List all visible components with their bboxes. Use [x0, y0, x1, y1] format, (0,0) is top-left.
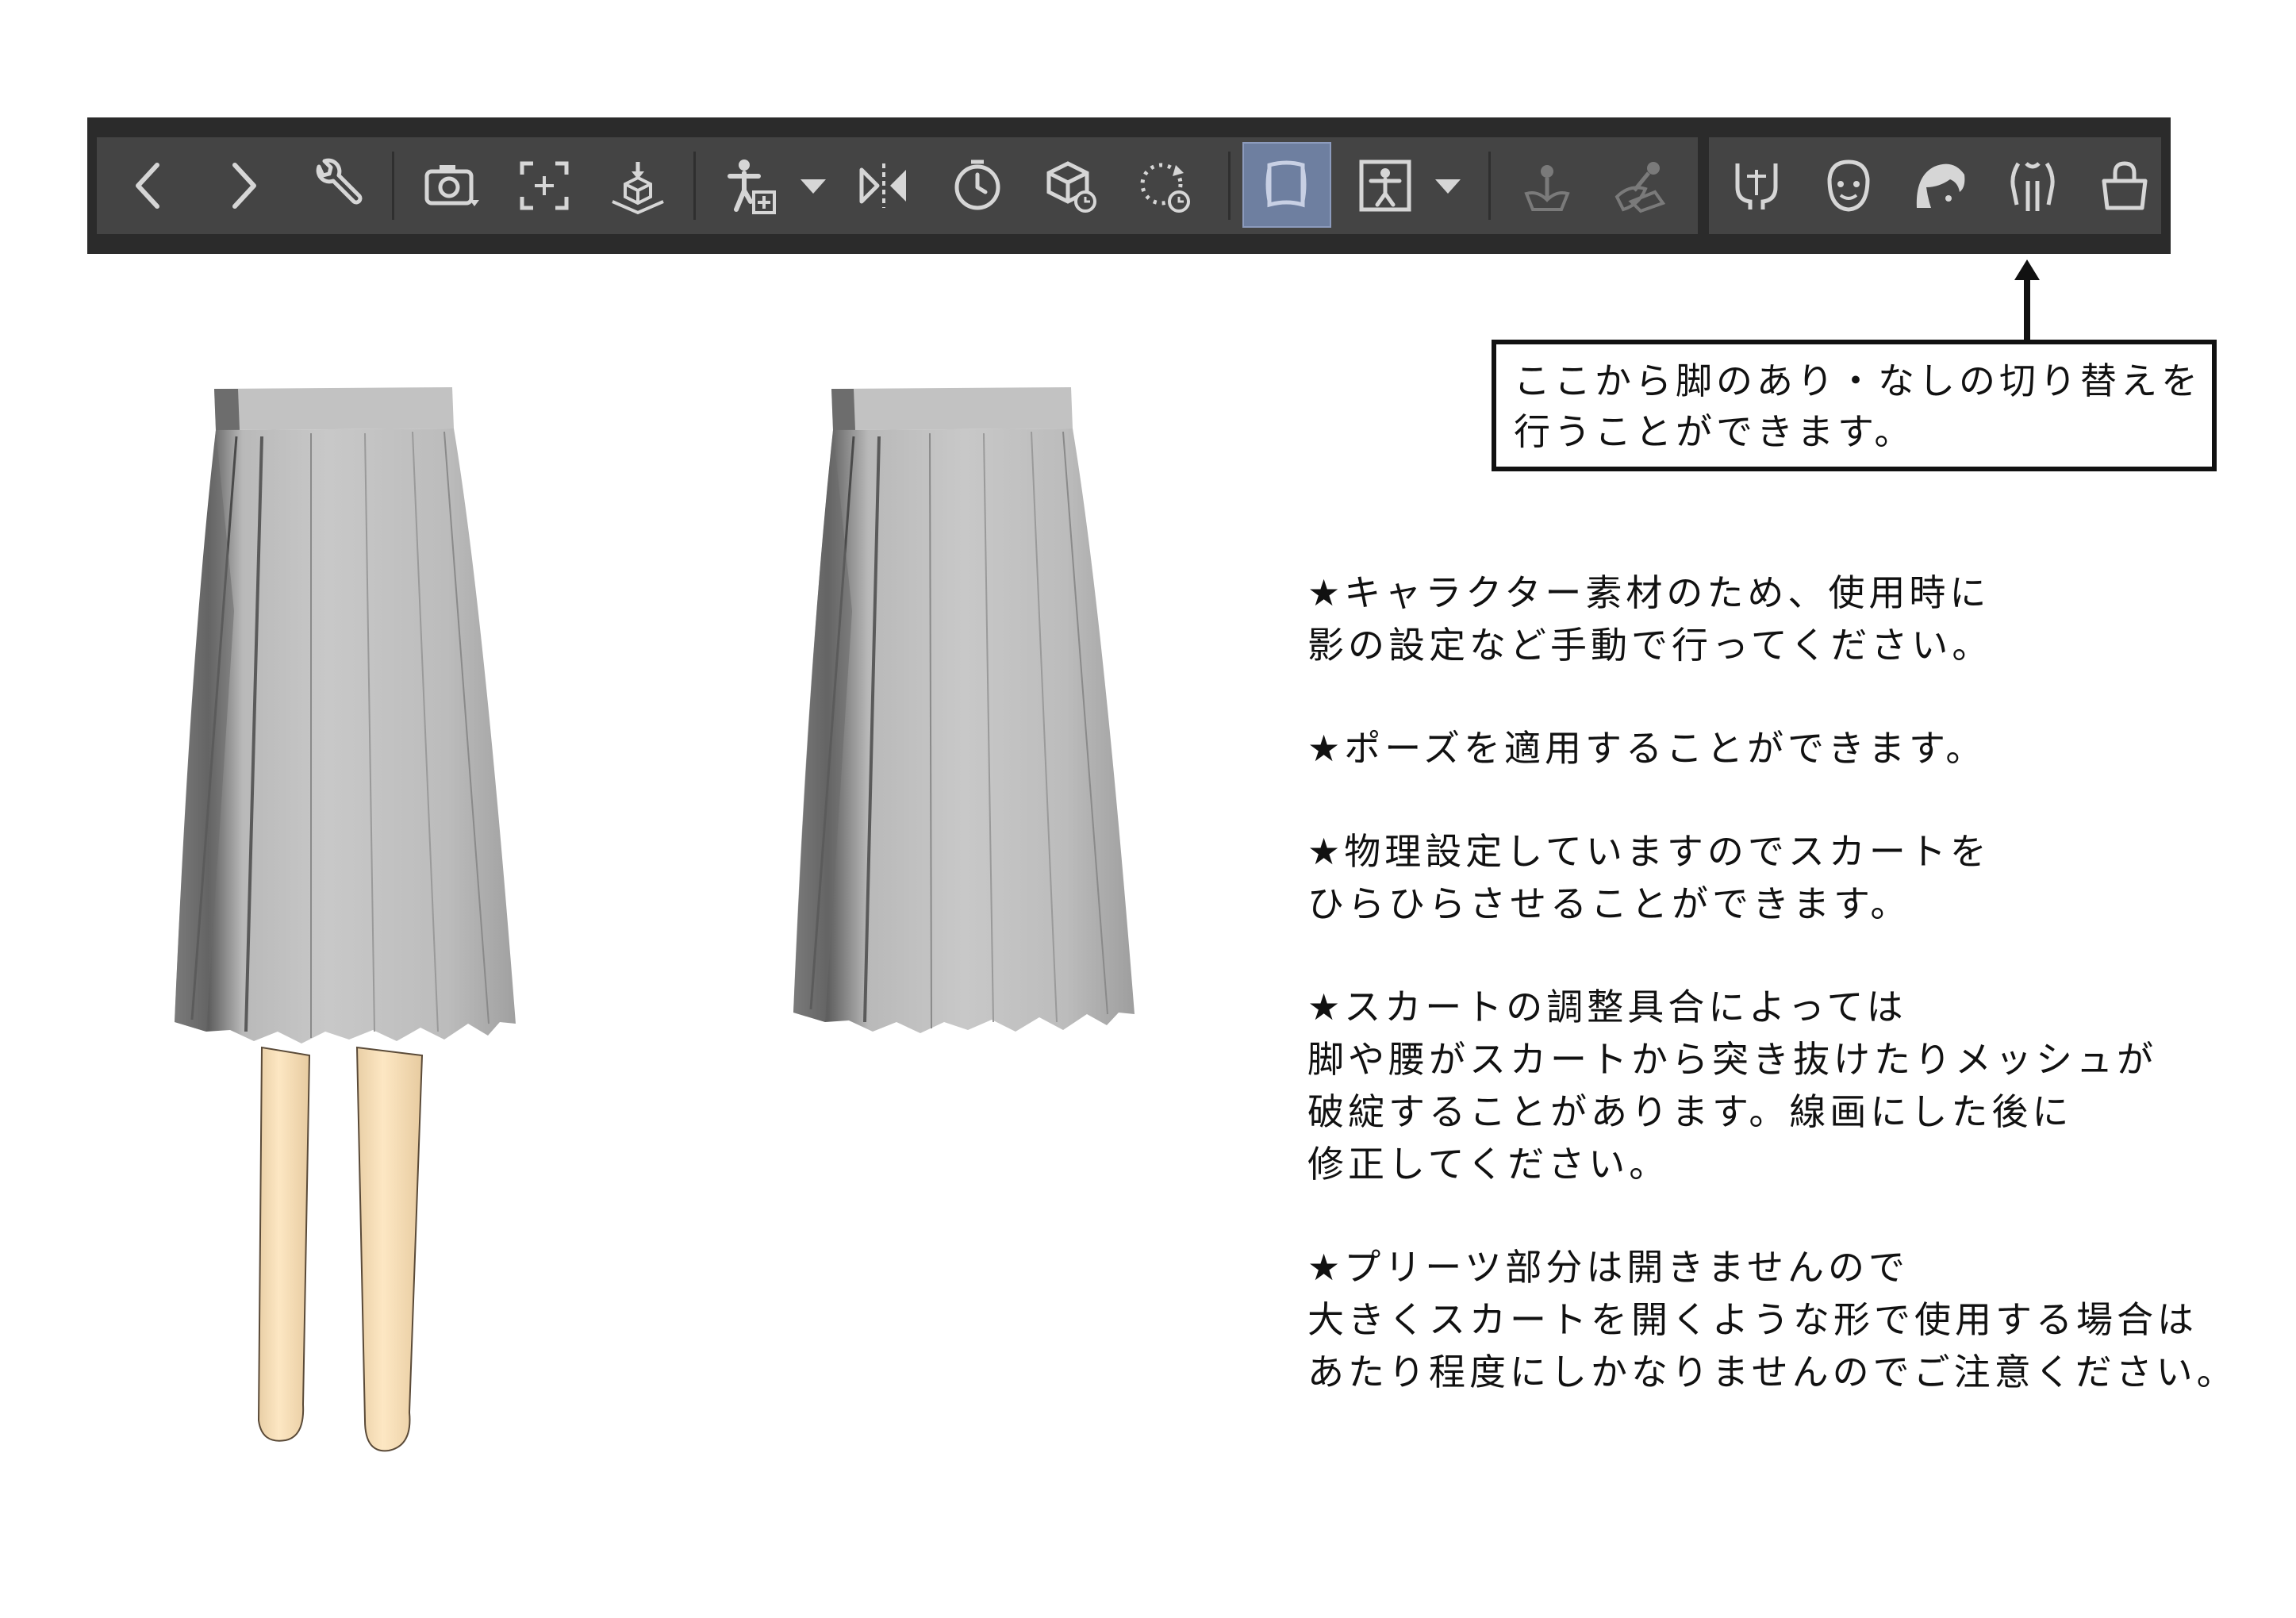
note-line: 影の設定など手動で行ってください。 [1307, 624, 1993, 667]
pose-button[interactable] [1341, 137, 1430, 234]
note-line: ★物理設定していますのでスカートを [1307, 830, 1991, 873]
physics-leaf-button[interactable] [1596, 137, 1685, 234]
note-line: ★スカートの調整具合によっては [1307, 986, 1907, 1028]
forward-icon [232, 163, 256, 209]
skirt-with-legs-illustration [175, 387, 516, 1452]
callout-line-2: 行うことができます。 [1514, 410, 1915, 453]
cloth-toggle-button[interactable] [1242, 137, 1331, 234]
ground-icon [612, 162, 664, 215]
hair-button[interactable] [1896, 137, 1985, 234]
settings-button[interactable] [292, 137, 381, 234]
back-button[interactable] [105, 137, 194, 234]
add-figure-dropdown[interactable] [795, 137, 831, 234]
add-figure-button[interactable] [708, 137, 797, 234]
pose-dropdown[interactable] [1430, 137, 1466, 234]
body-button[interactable] [1988, 137, 2077, 234]
bag-button[interactable] [2080, 137, 2169, 234]
note-block: ★キャラクター素材のため、使用時に 影の設定など手動で行ってください。 [1307, 567, 2283, 671]
note-line: 破綻することがあります。線画にした後に [1307, 1090, 2073, 1133]
note-line: ★ポーズを適用することができます。 [1307, 727, 1987, 770]
rotate-reset-icon [1140, 163, 1190, 213]
ground-button[interactable] [593, 137, 682, 234]
usage-notes: ★キャラクター素材のため、使用時に 影の設定など手動で行ってください。 ★ポーズを適… [1307, 567, 2283, 1449]
mirror-icon [859, 163, 906, 208]
chevron-down-icon [801, 179, 826, 194]
add-figure-icon [728, 159, 776, 214]
note-block: ★物理設定していますのでスカートを ひらひらさせることができます。 [1307, 825, 2283, 930]
skirt-with-legs-model [127, 373, 571, 1468]
physics-leaf-icon [1614, 162, 1666, 213]
toolbar [87, 117, 2171, 254]
camera-icon [424, 165, 479, 206]
chevron-down-icon [1435, 179, 1461, 194]
face-button[interactable] [1804, 137, 1893, 234]
toolbar-parts-group [1698, 137, 2161, 234]
callout-box: ここから脚のあり・なしの切り替えを 行うことができます。 [1492, 340, 2217, 471]
camera-button[interactable] [406, 137, 495, 234]
reset-cube-icon [1046, 161, 1096, 213]
mirror-button[interactable] [839, 137, 928, 234]
cloth-toggle-icon [1265, 160, 1307, 208]
legs-toggle-button[interactable] [1712, 137, 1801, 234]
wrench-icon [316, 158, 363, 205]
note-line: 大きくスカートを開くような形で使用する場合は [1307, 1298, 2198, 1341]
note-line: ★キャラクター素材のため、使用時に [1307, 571, 1991, 614]
note-block: ★スカートの調整具合によっては脚や腰がスカートから突き抜けたりメッシュが 破綻する… [1307, 981, 2283, 1190]
focus-button[interactable] [500, 137, 589, 234]
timer-button[interactable] [933, 137, 1022, 234]
back-icon [136, 163, 159, 209]
toolbar-main-group [97, 137, 1698, 234]
bake-physics-icon [1524, 165, 1570, 211]
note-block: ★プリーツ部分は開きませんので大きくスカートを開くような形で使用する場合は あたり… [1307, 1241, 2283, 1398]
rotate-reset-button[interactable] [1120, 137, 1209, 234]
note-line: ひらひらさせることができます。 [1307, 882, 1911, 925]
callout-arrow [2014, 259, 2040, 345]
note-line: 脚や腰がスカートから突き抜けたりメッシュが [1307, 1038, 2157, 1081]
bag-icon [2102, 161, 2148, 210]
note-line: あたり程度にしかなりませんのでご注意ください。 [1307, 1351, 2237, 1393]
forward-button[interactable] [198, 137, 287, 234]
bake-physics-button[interactable] [1503, 137, 1591, 234]
note-line: 修正してください。 [1307, 1143, 1670, 1186]
skirt-without-legs-model [738, 373, 1182, 1071]
reset-cube-button[interactable] [1027, 137, 1115, 234]
callout-line-1: ここから脚のあり・なしの切り替えを [1514, 359, 2202, 402]
timer-icon [954, 159, 1000, 210]
hair-icon [1916, 163, 1965, 208]
legs-toggle-icon [1735, 163, 1778, 209]
face-icon [1827, 159, 1870, 212]
pose-icon [1359, 159, 1411, 212]
skirt-without-legs-illustration [793, 387, 1135, 1033]
focus-icon [520, 161, 569, 210]
body-icon [2010, 162, 2055, 211]
note-line: ★プリーツ部分は開きませんので [1307, 1246, 1909, 1289]
note-block: ★ポーズを適用することができます。 [1307, 722, 2283, 774]
